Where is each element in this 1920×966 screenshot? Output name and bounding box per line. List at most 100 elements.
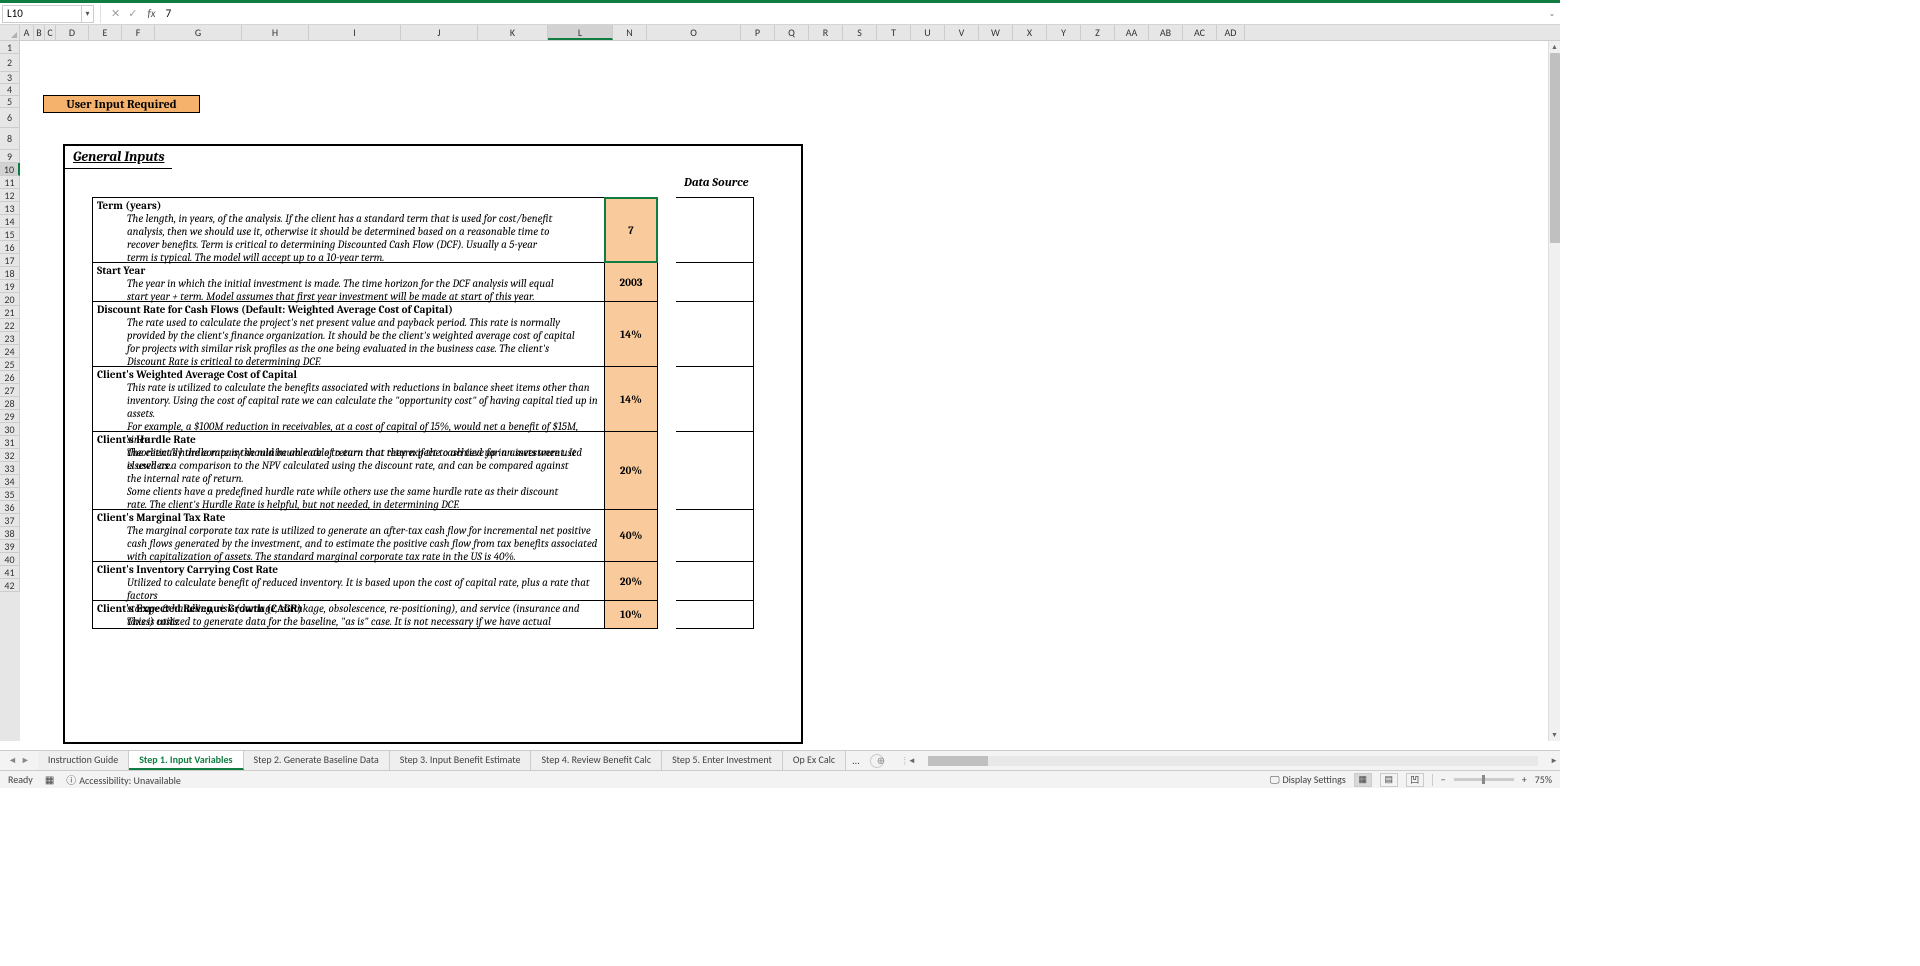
column-header-O[interactable]: O [647,25,741,40]
row-header-28[interactable]: 28 [0,397,20,410]
column-header-I[interactable]: I [309,25,401,40]
input-value-cell[interactable]: 40% [604,510,658,562]
data-source-cell[interactable] [676,432,754,510]
row-header-27[interactable]: 27 [0,384,20,397]
column-header-H[interactable]: H [242,25,309,40]
accessibility-status[interactable]: ⓘAccessibility: Unavailable [66,772,181,787]
input-value-cell[interactable]: 2003 [604,263,658,302]
row-header-31[interactable]: 31 [0,436,20,449]
data-source-cell[interactable] [676,562,754,601]
tab-nav-next[interactable]: ► [21,755,30,766]
view-page-layout[interactable]: ▤ [1380,773,1398,787]
column-header-L[interactable]: L [548,25,613,40]
vertical-scrollbar[interactable]: ▲ ▼ [1548,41,1560,741]
zoom-in[interactable]: + [1522,773,1527,786]
row-header-19[interactable]: 19 [0,280,20,293]
row-header-30[interactable]: 30 [0,423,20,436]
row-header-24[interactable]: 24 [0,345,20,358]
row-header-26[interactable]: 26 [0,371,20,384]
row-header-14[interactable]: 14 [0,215,20,228]
sheet-tab[interactable]: Step 4. Review Benefit Calc [531,751,662,770]
row-header-35[interactable]: 35 [0,488,20,501]
column-header-W[interactable]: W [979,25,1013,40]
scroll-down-button[interactable]: ▼ [1549,729,1560,741]
view-page-break[interactable]: 凹 [1406,773,1424,787]
macro-icon[interactable]: ▦ [45,773,54,786]
sheet-tab[interactable]: Instruction Guide [38,751,129,770]
name-box[interactable] [2,5,82,23]
column-header-B[interactable]: B [34,25,45,40]
column-header-AC[interactable]: AC [1183,25,1217,40]
name-box-dropdown[interactable]: ▾ [82,5,94,23]
input-value-cell[interactable]: 14% [604,302,658,367]
column-header-Q[interactable]: Q [775,25,809,40]
row-header-34[interactable]: 34 [0,475,20,488]
column-header-S[interactable]: S [843,25,877,40]
row-header-5[interactable]: 5 [0,96,20,108]
row-header-8[interactable]: 8 [0,128,20,150]
row-header-37[interactable]: 37 [0,514,20,527]
row-header-33[interactable]: 33 [0,462,20,475]
row-header-40[interactable]: 40 [0,553,20,566]
row-header-20[interactable]: 20 [0,293,20,306]
tab-nav-first[interactable]: ◄ [8,755,17,766]
row-header-22[interactable]: 22 [0,319,20,332]
row-header-1[interactable]: 1 [0,41,20,54]
input-value-cell[interactable]: 10% [604,601,658,629]
row-header-2[interactable]: 2 [0,54,20,72]
zoom-level[interactable]: 75% [1535,773,1552,786]
data-source-cell[interactable] [676,197,754,263]
column-header-A[interactable]: A [20,25,34,40]
row-header-18[interactable]: 18 [0,267,20,280]
row-header-15[interactable]: 15 [0,228,20,241]
column-header-F[interactable]: F [122,25,155,40]
hscroll-thumb[interactable] [928,756,988,766]
input-value-cell[interactable]: 20% [604,562,658,601]
column-header-AB[interactable]: AB [1149,25,1183,40]
column-header-R[interactable]: R [809,25,843,40]
scroll-up-button[interactable]: ▲ [1549,41,1560,53]
column-header-X[interactable]: X [1013,25,1047,40]
column-header-D[interactable]: D [56,25,89,40]
zoom-out[interactable]: − [1441,773,1446,786]
column-header-Z[interactable]: Z [1081,25,1115,40]
column-header-J[interactable]: J [401,25,478,40]
hscroll-right[interactable]: ► [1548,756,1560,766]
column-header-E[interactable]: E [89,25,122,40]
input-value-cell[interactable]: 14% [604,367,658,432]
input-value-cell[interactable]: 7 [604,197,658,263]
enter-icon[interactable]: ✓ [128,7,137,20]
column-header-G[interactable]: G [155,25,242,40]
row-header-32[interactable]: 32 [0,449,20,462]
row-header-11[interactable]: 11 [0,176,20,189]
sheet-tab[interactable]: Step 1. Input Variables [129,751,243,770]
row-header-42[interactable]: 42 [0,579,20,592]
horizontal-scrollbar[interactable]: ⁞ ◄ ► [904,756,1560,766]
spreadsheet-grid[interactable]: User Input Required General Inputs Data … [20,41,1560,741]
row-header-16[interactable]: 16 [0,241,20,254]
display-settings[interactable]: 🖵Display Settings [1270,773,1346,786]
tab-more[interactable]: ... [846,752,866,769]
cancel-icon[interactable]: ✕ [111,7,120,20]
row-header-23[interactable]: 23 [0,332,20,345]
row-header-6[interactable]: 6 [0,108,20,128]
row-header-10[interactable]: 10 [0,163,20,176]
formula-input[interactable] [162,7,1546,20]
column-header-C[interactable]: C [45,25,56,40]
row-header-39[interactable]: 39 [0,540,20,553]
column-header-Y[interactable]: Y [1047,25,1081,40]
row-header-13[interactable]: 13 [0,202,20,215]
row-header-9[interactable]: 9 [0,150,20,163]
sheet-tab[interactable]: Step 2. Generate Baseline Data [244,751,390,770]
view-normal[interactable]: ▦ [1354,773,1372,787]
select-all-button[interactable] [0,25,20,40]
column-header-V[interactable]: V [945,25,979,40]
data-source-cell[interactable] [676,601,754,629]
zoom-slider[interactable] [1454,778,1514,781]
hscroll-left[interactable]: ◄ [906,756,918,766]
row-header-41[interactable]: 41 [0,566,20,579]
row-header-38[interactable]: 38 [0,527,20,540]
sheet-tab[interactable]: Step 3. Input Benefit Estimate [390,751,532,770]
row-header-36[interactable]: 36 [0,501,20,514]
data-source-cell[interactable] [676,510,754,562]
